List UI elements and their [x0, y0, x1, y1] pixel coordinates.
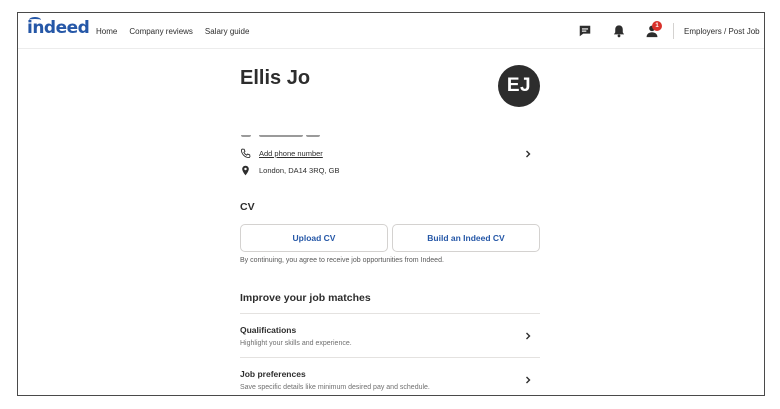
- match-row-title: Job preferences: [240, 369, 306, 379]
- upload-cv-button[interactable]: Upload CV: [240, 224, 388, 252]
- match-row-title: Qualifications: [240, 325, 297, 335]
- chevron-right-icon[interactable]: [524, 150, 532, 158]
- add-phone-number-link[interactable]: Add phone number: [259, 149, 323, 158]
- cv-consent-text: By continuing, you agree to receive job …: [240, 257, 444, 264]
- main-nav: Home Company reviews Salary guide: [96, 27, 249, 36]
- logo-arc: [29, 17, 41, 23]
- indeed-logo[interactable]: indeed: [27, 17, 90, 38]
- improve-section-title: Improve your job matches: [240, 292, 371, 304]
- divider: [240, 357, 540, 358]
- employers-post-job-link[interactable]: Employers / Post Job: [684, 27, 760, 36]
- top-header: indeed Home Company reviews Salary guide…: [18, 13, 764, 49]
- cv-section-title: CV: [240, 201, 255, 213]
- avatar[interactable]: EJ: [498, 65, 540, 107]
- location-row: London, DA14 3RQ, GB: [240, 165, 339, 176]
- profile-main: Ellis Jo EJ Add phone number London, DA1…: [240, 49, 542, 395]
- clipped-email-row: [240, 135, 540, 139]
- phone-icon: [240, 148, 251, 159]
- location-text: London, DA14 3RQ, GB: [259, 166, 340, 175]
- location-pin-icon: [242, 165, 249, 176]
- phone-row: Add phone number: [240, 148, 323, 159]
- profile-name: Ellis Jo: [240, 67, 311, 89]
- qualifications-row[interactable]: Qualifications Highlight your skills and…: [240, 315, 540, 357]
- job-preferences-row[interactable]: Job preferences Save specific details li…: [240, 359, 540, 395]
- divider: [240, 313, 540, 314]
- bell-icon[interactable]: [612, 24, 626, 38]
- match-row-desc: Highlight your skills and experience.: [240, 340, 352, 347]
- browser-frame: indeed Home Company reviews Salary guide…: [17, 12, 765, 396]
- build-indeed-cv-button[interactable]: Build an Indeed CV: [392, 224, 540, 252]
- header-divider: [673, 23, 674, 39]
- notification-badge: 1: [652, 21, 662, 31]
- nav-home[interactable]: Home: [96, 27, 117, 36]
- message-icon[interactable]: [578, 24, 592, 38]
- chevron-right-icon[interactable]: [524, 332, 532, 340]
- match-row-desc: Save specific details like minimum desir…: [240, 384, 430, 391]
- nav-salary-guide[interactable]: Salary guide: [205, 27, 249, 36]
- nav-company-reviews[interactable]: Company reviews: [129, 27, 193, 36]
- chevron-right-icon[interactable]: [524, 376, 532, 384]
